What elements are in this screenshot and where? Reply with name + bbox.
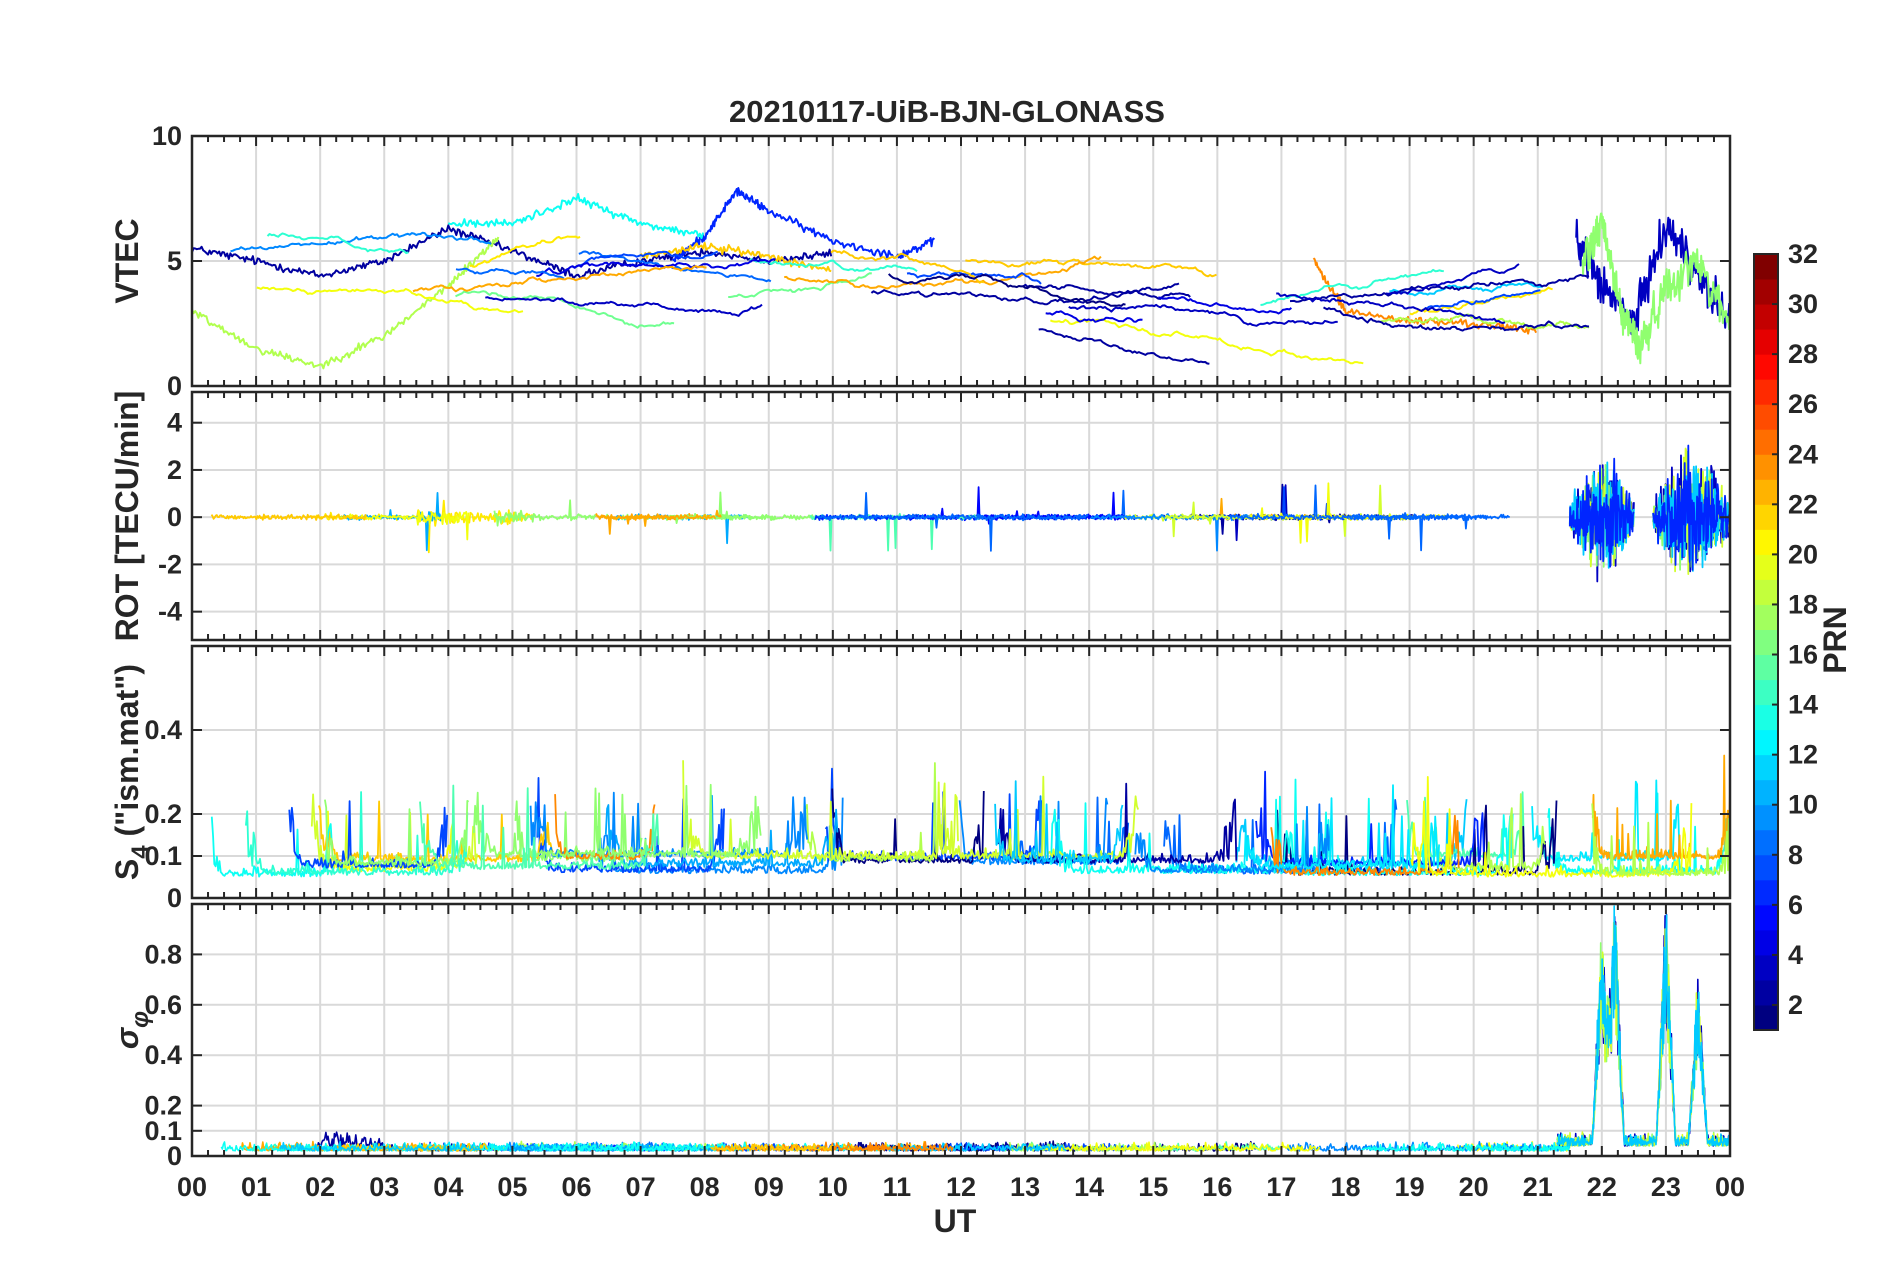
y-axis-label: ROT [TECU/min]: [109, 391, 145, 642]
colorbar-swatch: [1754, 379, 1778, 405]
y-axis-label: VTEC: [109, 218, 145, 303]
y-axis-label: S4 ("ism.mat"): [109, 664, 154, 880]
x-tick-label: 05: [497, 1172, 527, 1202]
x-tick-label: 17: [1266, 1172, 1296, 1202]
x-tick-label: 00: [177, 1172, 207, 1202]
rot-panel: -4 -2 0 2 4 ROT [TECU/min]: [109, 391, 1732, 642]
colorbar-swatch: [1754, 904, 1778, 931]
colorbar-tick-label: 28: [1788, 339, 1818, 369]
x-tick-label: 09: [754, 1172, 784, 1202]
colorbar-label: PRN: [1817, 606, 1853, 674]
y-tick-label: -4: [158, 597, 182, 627]
colorbar-swatch: [1754, 779, 1778, 806]
colorbar-swatch: [1754, 329, 1778, 355]
y-tick-label: 4: [167, 408, 182, 438]
colorbar-swatch: [1754, 854, 1778, 881]
colorbar-swatch: [1754, 829, 1778, 856]
x-tick-label: 13: [1010, 1172, 1040, 1202]
colorbar-swatch: [1754, 954, 1778, 981]
x-tick-label: 10: [818, 1172, 848, 1202]
colorbar-tick-label: 16: [1788, 640, 1818, 670]
colorbar-tick-label: 6: [1788, 890, 1803, 920]
vtec-panel: 0 5 10 VTEC: [109, 121, 1732, 401]
colorbar-swatch: [1754, 529, 1778, 555]
y-tick-label: 0.2: [144, 1091, 182, 1121]
colorbar-swatch: [1754, 879, 1778, 906]
x-tick-label: 08: [690, 1172, 720, 1202]
x-tick-label: 04: [433, 1172, 463, 1202]
colorbar-tick-label: 32: [1788, 239, 1818, 269]
x-tick-label: 11: [883, 1172, 912, 1202]
x-tick-label: 12: [946, 1172, 976, 1202]
colorbar-swatch: [1754, 454, 1778, 480]
chart-title: 20210117-UiB-BJN-GLONASS: [729, 94, 1165, 129]
colorbar-swatch: [1754, 654, 1778, 681]
colorbar-swatch: [1754, 429, 1778, 455]
colorbar-tick-label: 4: [1788, 940, 1803, 970]
colorbar-tick-label: 12: [1788, 740, 1818, 770]
y-tick-label: 0: [167, 371, 182, 401]
x-tick-label: 00: [1715, 1172, 1745, 1202]
x-tick-label: 03: [369, 1172, 399, 1202]
colorbar-swatch: [1754, 554, 1778, 580]
x-tick-label: 16: [1202, 1172, 1232, 1202]
x-tick-labels: 00 01 02 03 04 05 06 07 08 09 10 11 12 13 14 15 16 17 18 19…: [177, 1172, 1745, 1202]
x-tick-label: 01: [241, 1172, 271, 1202]
colorbar-swatch: [1754, 354, 1778, 380]
colorbar-swatch: [1754, 279, 1778, 305]
colorbar-tick-label: 10: [1788, 790, 1818, 820]
colorbar-swatch: [1754, 479, 1778, 505]
x-tick-label: 14: [1074, 1172, 1104, 1202]
colorbar-swatch: [1754, 979, 1778, 1006]
x-tick-label: 23: [1651, 1172, 1681, 1202]
colorbar-swatch: [1754, 579, 1778, 605]
colorbar-swatch: [1754, 504, 1778, 530]
colorbar-swatch: [1754, 754, 1778, 781]
x-tick-label: 07: [626, 1172, 656, 1202]
y-tick-label: 0.8: [144, 939, 182, 969]
colorbar-tick-label: 20: [1788, 539, 1818, 569]
x-tick-label: 02: [305, 1172, 335, 1202]
y-tick-label: 10: [152, 121, 182, 151]
colorbar-tick-label: 18: [1788, 589, 1818, 619]
y-tick-label: -2: [158, 549, 182, 579]
colorbar-swatch: [1754, 679, 1778, 706]
colorbar-swatch: [1754, 304, 1778, 330]
x-tick-label: 20: [1459, 1172, 1489, 1202]
y-tick-label: 5: [167, 246, 182, 276]
x-tick-label: 19: [1395, 1172, 1425, 1202]
colorbar-tick-label: 24: [1788, 439, 1818, 469]
colorbar-swatch: [1754, 254, 1778, 280]
x-tick-label: 06: [561, 1172, 591, 1202]
colorbar-swatch: [1754, 1004, 1778, 1031]
colorbar: 2468101214161820222426283032: [1753, 239, 1818, 1031]
colorbar-swatch: [1754, 629, 1778, 656]
x-tick-label: 22: [1587, 1172, 1617, 1202]
x-tick-label: 21: [1523, 1172, 1553, 1202]
y-tick-label: 0.2: [144, 799, 182, 829]
colorbar-tick-label: 2: [1788, 990, 1803, 1020]
y-tick-label: 0.4: [144, 715, 182, 745]
x-tick-label: 15: [1138, 1172, 1168, 1202]
colorbar-swatch: [1754, 729, 1778, 756]
colorbar-tick-label: 30: [1788, 289, 1818, 319]
y-tick-label: 0: [167, 502, 182, 532]
colorbar-swatch: [1754, 704, 1778, 731]
figure: 20210117-UiB-BJN-GLONASS 0510VTEC -4-202…: [109, 94, 1853, 1239]
colorbar-tick-label: 22: [1788, 489, 1818, 519]
colorbar-swatch: [1754, 804, 1778, 831]
y-tick-label: 0.4: [144, 1040, 182, 1070]
colorbar-tick-label: 8: [1788, 840, 1803, 870]
y-tick-label: 2: [167, 455, 182, 485]
colorbar-swatch: [1754, 929, 1778, 956]
s4-panel: 00.10.20.4S4 ("ism.mat"): [109, 644, 1732, 913]
colorbar-tick-label: 26: [1788, 389, 1818, 419]
colorbar-tick-label: 14: [1788, 690, 1818, 720]
colorbar-swatch: [1754, 604, 1778, 630]
y-tick-label: 0: [167, 883, 182, 913]
x-tick-label: 18: [1330, 1172, 1360, 1202]
x-axis-label: UT: [934, 1203, 977, 1239]
sigma-phi-panel: 00.10.20.40.60.8σφ: [109, 902, 1732, 1171]
colorbar-swatch: [1754, 404, 1778, 430]
